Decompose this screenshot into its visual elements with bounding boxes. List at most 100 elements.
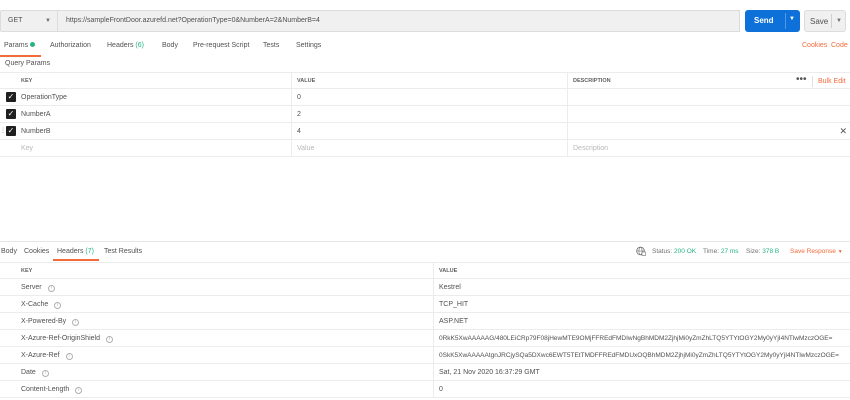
more-options-icon[interactable]: •••: [796, 74, 807, 85]
table-row: Date i Sat, 21 Nov 2020 16:37:29 GMT: [0, 364, 850, 381]
key-column-header: KEY: [0, 263, 434, 278]
key-placeholder: Key: [21, 145, 34, 152]
tab-tests[interactable]: Tests: [263, 42, 279, 49]
new-description-input[interactable]: Description: [568, 140, 850, 156]
size-label: Size:: [746, 248, 761, 255]
save-chevron-down-icon[interactable]: ▼: [836, 18, 842, 24]
header-key: X-Powered-By: [21, 318, 67, 325]
request-tabs: Params Authorization Headers (6) Body Pr…: [0, 38, 850, 57]
url-input[interactable]: https://sampleFrontDoor.azurefd.net?Oper…: [58, 10, 740, 32]
table-row-new: Key Value Description: [0, 140, 850, 157]
param-value-cell[interactable]: 0: [292, 89, 568, 105]
header-key-cell: Server i: [0, 279, 434, 295]
tab-test-results[interactable]: Test Results: [104, 248, 142, 255]
info-icon[interactable]: i: [54, 302, 62, 309]
info-icon[interactable]: i: [75, 387, 83, 394]
header-value-cell: 0: [439, 386, 443, 393]
header-value-cell: Sat, 21 Nov 2020 16:37:29 GMT: [439, 369, 540, 376]
param-key-cell[interactable]: ✓ OperationType: [0, 89, 292, 105]
tab-response-headers[interactable]: Headers (7): [57, 248, 94, 255]
param-description-cell[interactable]: [568, 89, 850, 105]
header-value-cell: ASP.NET: [439, 318, 469, 325]
tab-headers[interactable]: Headers (6): [107, 42, 144, 49]
chevron-down-icon: ▼: [45, 18, 51, 24]
header-value-cell: 0RkK5XwAAAAAG/480LEiCRp79F08jHewMTE9OMjF…: [439, 335, 833, 342]
method-label: GET: [8, 17, 23, 24]
response-tabs: Body Cookies Headers (7) Test Results St…: [0, 243, 850, 261]
param-key-cell[interactable]: ✓ NumberB: [0, 123, 292, 139]
header-key: Date: [21, 369, 36, 376]
globe-icon[interactable]: [636, 246, 646, 256]
tab-params[interactable]: Params: [4, 42, 36, 49]
tab-params-label: Params: [4, 42, 29, 49]
param-checkbox[interactable]: ✓: [6, 92, 16, 102]
send-button[interactable]: Send ▼: [745, 10, 800, 32]
header-value-cell: 0SkK5XwAAAAAtgnJRCjySQa5DXwc6EWT5TEtTMDF…: [439, 352, 839, 359]
save-response-button[interactable]: Save Response ▼: [790, 248, 843, 255]
param-key-cell[interactable]: ✓ NumberA: [0, 106, 292, 122]
info-icon[interactable]: i: [72, 319, 80, 326]
header-value-cell: Kestrel: [439, 284, 461, 291]
method-select[interactable]: GET ▼: [0, 10, 58, 32]
save-button[interactable]: Save ▼: [804, 10, 846, 32]
code-link[interactable]: Code: [831, 42, 848, 49]
save-response-chevron-down-icon: ▼: [837, 249, 843, 255]
info-icon[interactable]: i: [65, 353, 73, 360]
table-row: X-Azure-Ref-OriginShield i 0RkK5XwAAAAAG/…: [0, 330, 850, 347]
pane-divider[interactable]: [0, 241, 850, 242]
send-divider: [785, 13, 786, 29]
param-description-cell[interactable]: [568, 123, 850, 139]
value-column-header: VALUE: [292, 73, 568, 88]
param-description-cell[interactable]: [568, 106, 850, 122]
param-checkbox[interactable]: ✓: [6, 126, 16, 136]
new-value-input[interactable]: Value: [292, 140, 568, 156]
description-header-label: DESCRIPTION: [573, 78, 611, 84]
param-key: NumberA: [21, 111, 51, 118]
header-key-cell: Date i: [0, 364, 434, 380]
send-chevron-down-icon[interactable]: ▼: [789, 16, 795, 22]
header-key-cell: X-Azure-Ref i: [0, 347, 434, 363]
status-label: Status:: [652, 248, 673, 255]
table-row: X-Cache i TCP_HIT: [0, 296, 850, 313]
save-response-label: Save Response: [790, 248, 836, 255]
param-key: OperationType: [21, 94, 67, 101]
tab-settings[interactable]: Settings: [296, 42, 321, 49]
response-status: Status: 200 OK: [652, 248, 696, 255]
param-value-cell[interactable]: 2: [292, 106, 568, 122]
param-value-cell[interactable]: 4: [292, 123, 568, 139]
description-column-header: DESCRIPTION: [568, 73, 850, 88]
param-checkbox[interactable]: ✓: [6, 109, 16, 119]
header-key: X-Azure-Ref-OriginShield: [21, 335, 100, 342]
info-icon[interactable]: i: [41, 370, 49, 377]
save-label: Save: [810, 17, 829, 26]
query-params-title: Query Params: [5, 60, 51, 67]
table-row: X-Azure-Ref i 0SkK5XwAAAAAtgnJRCjySQa5DXw…: [0, 347, 850, 364]
size-value[interactable]: 378 B: [762, 248, 779, 255]
delete-row-icon[interactable]: ✕: [839, 126, 847, 137]
tab-authorization[interactable]: Authorization: [50, 42, 91, 49]
active-tab-indicator: [0, 55, 41, 57]
info-icon[interactable]: i: [47, 285, 55, 292]
request-bar: GET ▼ https://sampleFrontDoor.azurefd.ne…: [0, 10, 850, 32]
new-key-input[interactable]: Key: [0, 140, 292, 156]
info-icon[interactable]: i: [105, 336, 113, 343]
tab-response-headers-count: (7): [85, 248, 94, 255]
table-row: Server i Kestrel: [0, 279, 850, 296]
table-row: Content-Length i 0: [0, 381, 850, 398]
cookies-link[interactable]: Cookies: [802, 42, 827, 49]
tab-response-body[interactable]: Body: [1, 248, 17, 255]
header-key-cell: Content-Length i: [0, 381, 434, 397]
tab-headers-count: (6): [135, 42, 144, 49]
status-value[interactable]: 200 OK: [674, 248, 696, 255]
param-key: NumberB: [21, 128, 51, 135]
time-value[interactable]: 27 ms: [721, 248, 739, 255]
header-key: Server: [21, 284, 42, 291]
bulk-edit-link[interactable]: Bulk Edit: [818, 78, 846, 85]
table-row: ⋮ ✓ NumberB 4 ✕: [0, 123, 850, 140]
table-header-row: KEY VALUE DESCRIPTION ••• Bulk Edit: [0, 72, 850, 89]
response-size: Size: 378 B: [746, 248, 779, 255]
tab-response-cookies[interactable]: Cookies: [24, 248, 49, 255]
tab-body[interactable]: Body: [162, 42, 178, 49]
tab-prerequest-script[interactable]: Pre-request Script: [193, 42, 249, 49]
active-response-tab-indicator: [53, 259, 99, 261]
